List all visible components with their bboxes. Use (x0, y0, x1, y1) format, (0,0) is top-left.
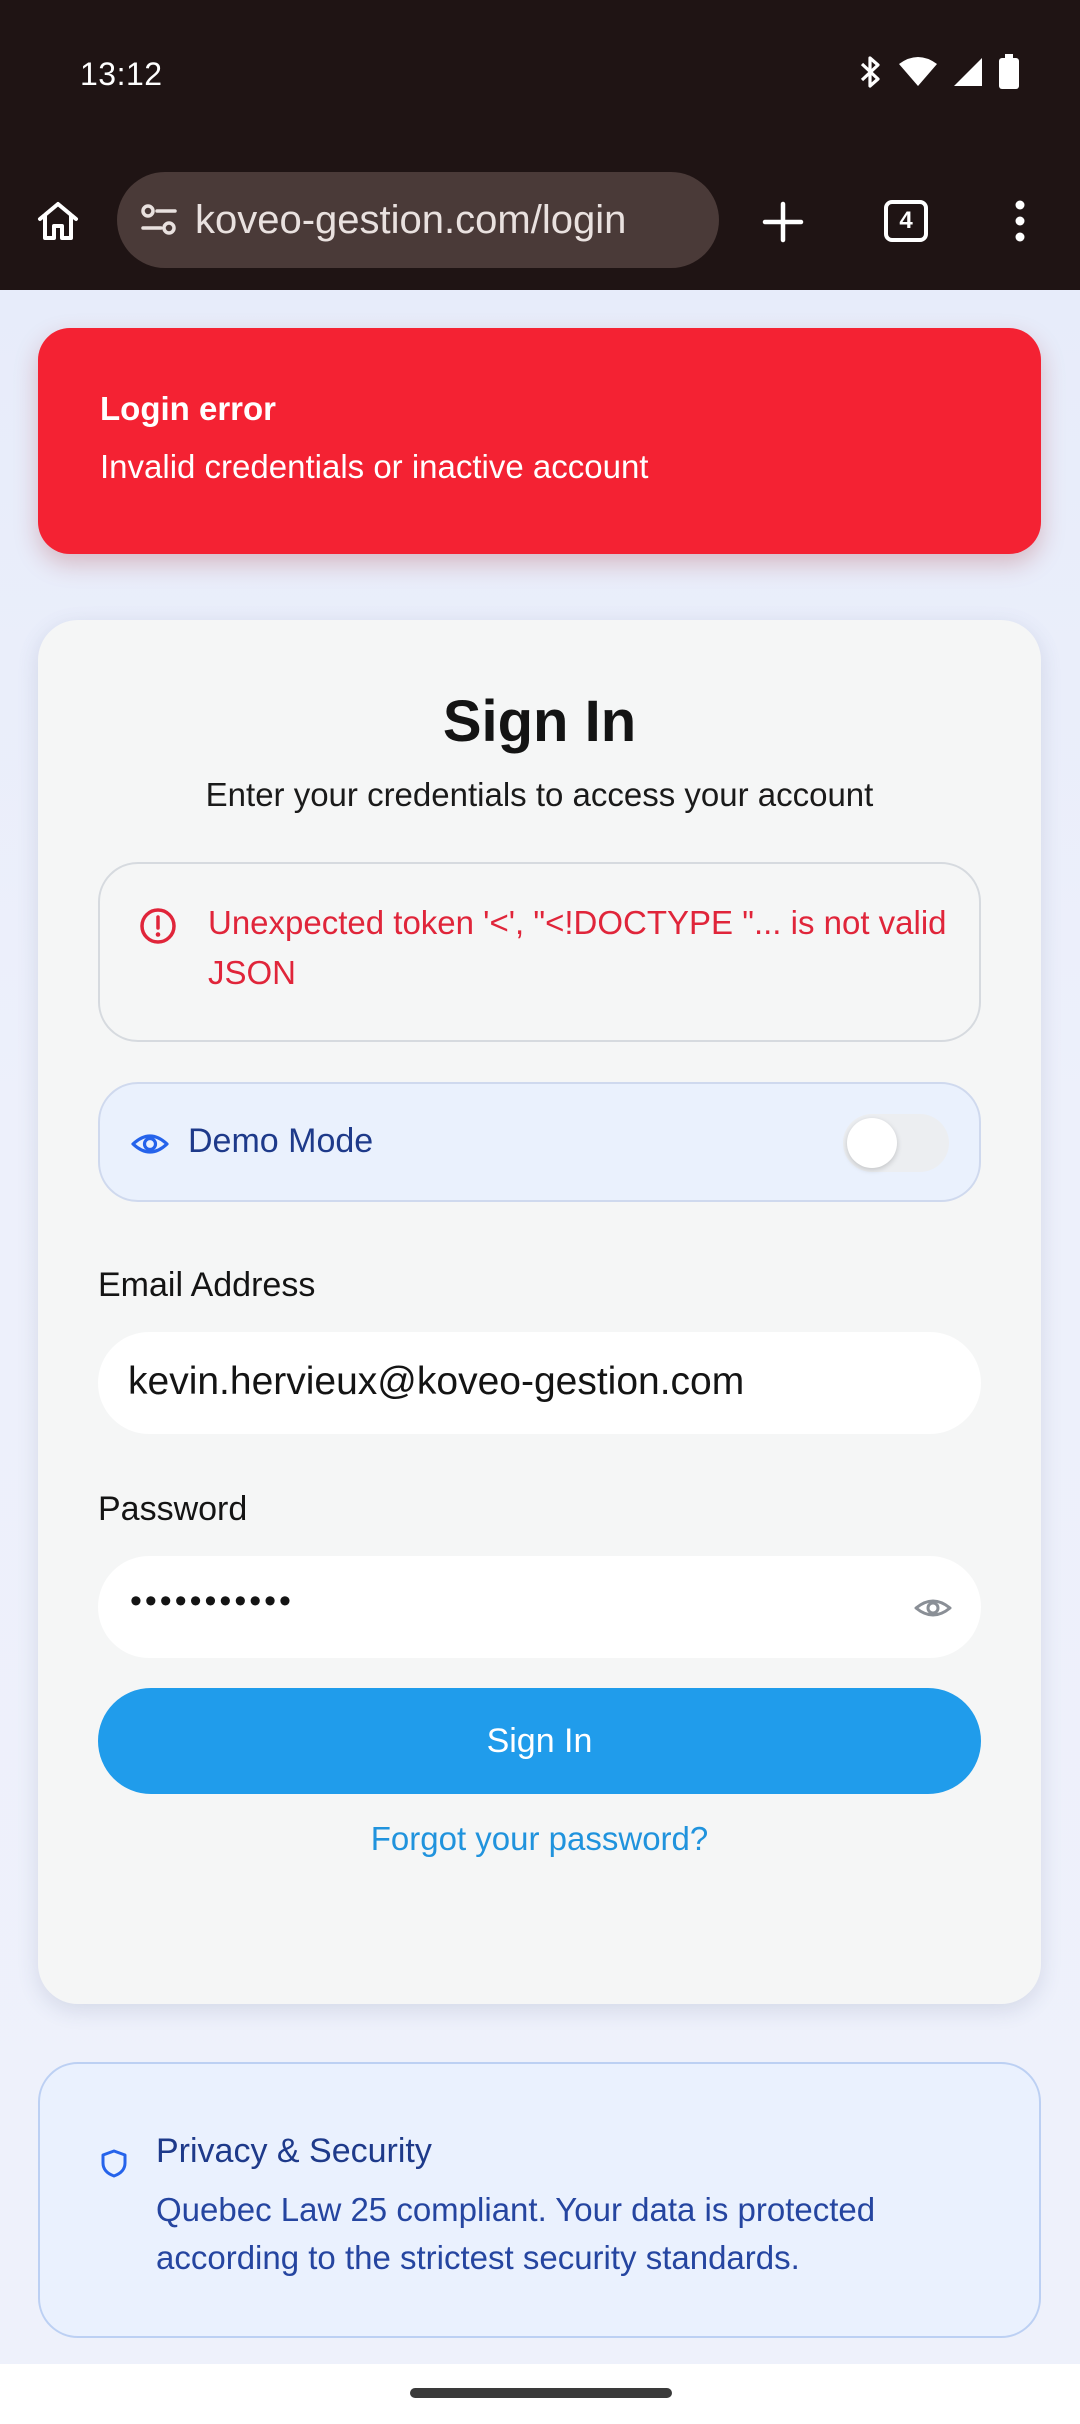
status-bar: 13:12 (0, 0, 1080, 155)
email-field[interactable]: kevin.hervieux@koveo-gestion.com (98, 1332, 981, 1434)
home-icon (38, 202, 78, 240)
cell-signal-icon (952, 56, 984, 93)
bluetooth-icon (858, 55, 884, 94)
demo-mode-toggle[interactable] (843, 1114, 949, 1172)
privacy-text: Quebec Law 25 compliant. Your data is pr… (156, 2191, 876, 2276)
shield-icon (101, 2149, 127, 2178)
page-content: Login error Invalid credentials or inact… (0, 290, 1080, 2364)
forgot-password-link[interactable]: Forgot your password? (38, 1820, 1041, 1858)
password-value: ••••••••••• (130, 1582, 294, 1620)
browser-toolbar: koveo-gestion.com/login 4 (0, 155, 1080, 290)
wifi-icon (898, 56, 938, 93)
url-text: koveo-gestion.com/login (195, 197, 627, 242)
password-field[interactable]: ••••••••••• (98, 1556, 981, 1658)
home-button[interactable] (28, 191, 88, 251)
address-bar[interactable]: koveo-gestion.com/login (117, 172, 719, 268)
site-settings-icon[interactable] (135, 196, 183, 244)
privacy-notice: Privacy & Security Quebec Law 25 complia… (38, 2062, 1041, 2338)
email-label: Email Address (98, 1266, 316, 1304)
eye-icon (131, 1134, 169, 1154)
login-card: Sign In Enter your credentials to access… (38, 620, 1041, 2004)
email-value: kevin.hervieux@koveo-gestion.com (128, 1360, 745, 1403)
page-subtitle: Enter your credentials to access your ac… (205, 776, 874, 813)
demo-mode-label: Demo Mode (188, 1122, 374, 1160)
more-vert-icon (1015, 200, 1025, 242)
show-password-icon[interactable] (913, 1588, 953, 1628)
new-tab-button[interactable] (752, 191, 814, 253)
toast-title: Login error (100, 390, 277, 427)
gesture-home-indicator[interactable] (410, 2388, 672, 2398)
page-title: Sign In (442, 689, 637, 754)
battery-icon (998, 54, 1020, 95)
password-label: Password (98, 1490, 248, 1528)
status-time: 13:12 (80, 56, 163, 92)
privacy-title: Privacy & Security (156, 2132, 432, 2170)
tab-count: 4 (884, 200, 928, 242)
sign-in-button[interactable]: Sign In (98, 1688, 981, 1794)
toggle-knob (847, 1118, 897, 1168)
error-alert: Unexpected token '<', "<!DOCTYPE "... is… (98, 862, 981, 1042)
plus-icon (762, 201, 804, 243)
alert-circle-icon (140, 908, 176, 944)
error-toast[interactable]: Login error Invalid credentials or inact… (38, 328, 1041, 554)
browser-menu-button[interactable] (1000, 191, 1040, 251)
demo-mode-panel: Demo Mode (98, 1082, 981, 1202)
status-icons (858, 54, 1020, 95)
tab-switcher-button[interactable]: 4 (876, 191, 936, 251)
error-message: Unexpected token '<', "<!DOCTYPE "... is… (208, 904, 947, 991)
toast-description: Invalid credentials or inactive account (100, 448, 649, 485)
